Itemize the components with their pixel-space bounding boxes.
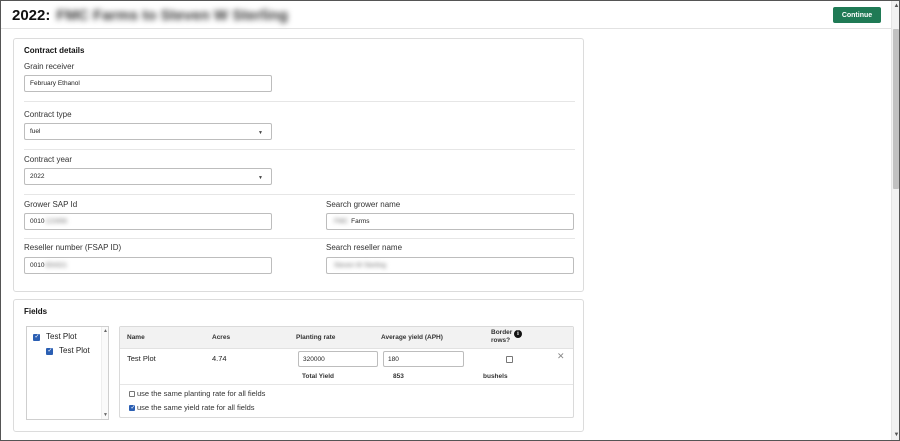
close-icon[interactable]: ✕ xyxy=(557,351,565,362)
grower-name-redacted: FMC xyxy=(334,218,349,225)
scroll-down-icon[interactable]: ▼ xyxy=(893,431,899,439)
planting-rate-input[interactable]: 320000 xyxy=(298,351,378,367)
info-icon[interactable]: i xyxy=(514,330,522,338)
grower-name-search[interactable]: FMC Farms xyxy=(326,213,574,230)
row-acres: 4.74 xyxy=(212,354,227,363)
same-planting-rate-checkbox[interactable] xyxy=(129,391,135,397)
contract-details-card: Contract details Grain receiver February… xyxy=(13,38,584,292)
grain-receiver-label: Grain receiver xyxy=(24,62,75,71)
same-yield-rate-label[interactable]: use the same yield rate for all fields xyxy=(137,403,255,412)
reseller-number-prefix: 0010 xyxy=(30,262,45,269)
divider xyxy=(24,149,575,150)
field-tree[interactable]: Test Plot Test Plot ▲ ▼ xyxy=(26,326,109,420)
contract-year-select[interactable]: 2022 ▼ xyxy=(24,168,272,185)
contract-type-select[interactable]: fuel ▼ xyxy=(24,123,272,140)
reseller-number-label: Reseller number (FSAP ID) xyxy=(24,243,122,252)
fields-title: Fields xyxy=(24,307,48,316)
app-window: 2022: FMC Farms to Steven W Sterling Cont… xyxy=(0,0,900,441)
reseller-name-redacted: Steven W Sterling xyxy=(334,262,387,269)
same-planting-rate-label[interactable]: use the same planting rate for all field… xyxy=(137,389,265,398)
col-name: Name xyxy=(127,334,145,341)
divider xyxy=(24,101,575,102)
fields-card: Fields Test Plot Test Plot ▲ ▼ Name Acre… xyxy=(13,299,584,432)
page-title-redacted: FMC Farms to Steven W Sterling xyxy=(56,7,289,24)
grower-name-label: Search grower name xyxy=(326,200,401,209)
fields-grid: Name Acres Planting rate Average yield (… xyxy=(119,326,574,418)
col-acres: Acres xyxy=(212,334,231,341)
divider xyxy=(24,238,575,239)
page-title: 2022: FMC Farms to Steven W Sterling xyxy=(12,7,288,24)
contract-type-value: fuel xyxy=(30,128,41,135)
divider xyxy=(24,194,575,195)
tree-item-child[interactable]: Test Plot xyxy=(59,346,90,355)
grower-sap-prefix: 0010 xyxy=(30,218,45,225)
grower-sap-redacted: 123456 xyxy=(45,218,68,225)
page-scrollbar[interactable]: ▲ ▼ xyxy=(891,1,899,440)
row-name: Test Plot xyxy=(127,354,156,363)
col-planting-rate: Planting rate xyxy=(296,334,336,341)
page-header: 2022: FMC Farms to Steven W Sterling Cont… xyxy=(1,1,891,29)
grower-sap-input[interactable]: 0010 123456 xyxy=(24,213,272,230)
grower-name-suffix: Farms xyxy=(351,218,370,225)
grain-receiver-input[interactable]: February Ethanol xyxy=(24,75,272,92)
same-yield-rate-checkbox[interactable] xyxy=(129,404,136,411)
contract-year-label: Contract year xyxy=(24,155,73,164)
col-average-yield: Average yield (APH) xyxy=(381,334,443,341)
scroll-up-icon[interactable]: ▲ xyxy=(103,328,108,334)
average-yield-value: 180 xyxy=(388,355,399,363)
col-border-rows: Border rows? xyxy=(491,329,513,344)
page-title-year: 2022: xyxy=(12,7,51,24)
total-yield-value: 853 xyxy=(393,373,404,380)
scroll-up-icon[interactable]: ▲ xyxy=(893,2,899,10)
total-yield-unit: bushels xyxy=(483,373,508,380)
tree-checkbox-child[interactable] xyxy=(46,347,53,355)
planting-rate-value: 320000 xyxy=(303,355,325,363)
reseller-number-input[interactable]: 0010 654321 xyxy=(24,257,272,274)
grain-receiver-value: February Ethanol xyxy=(30,80,80,87)
contract-year-value: 2022 xyxy=(30,173,45,180)
scroll-thumb[interactable] xyxy=(893,29,899,189)
reseller-name-label: Search reseller name xyxy=(326,243,403,252)
tree-item-parent[interactable]: Test Plot xyxy=(46,332,77,341)
average-yield-input[interactable]: 180 xyxy=(383,351,464,367)
tree-checkbox-parent[interactable] xyxy=(33,333,40,341)
reseller-name-search[interactable]: Steven W Sterling xyxy=(326,257,574,274)
scroll-down-icon[interactable]: ▼ xyxy=(103,412,108,418)
total-yield-label: Total Yield xyxy=(302,373,335,380)
contract-type-label: Contract type xyxy=(24,110,72,119)
divider xyxy=(120,384,573,385)
chevron-down-icon: ▼ xyxy=(258,175,263,181)
grid-header: Name Acres Planting rate Average yield (… xyxy=(120,327,573,349)
continue-button[interactable]: Continue xyxy=(833,7,881,23)
grower-sap-label: Grower SAP Id xyxy=(24,200,78,209)
chevron-down-icon: ▼ xyxy=(258,130,263,136)
border-rows-checkbox[interactable] xyxy=(506,356,513,363)
contract-details-title: Contract details xyxy=(24,46,85,55)
tree-scrollbar[interactable]: ▲ ▼ xyxy=(101,327,108,419)
reseller-number-redacted: 654321 xyxy=(45,262,68,269)
